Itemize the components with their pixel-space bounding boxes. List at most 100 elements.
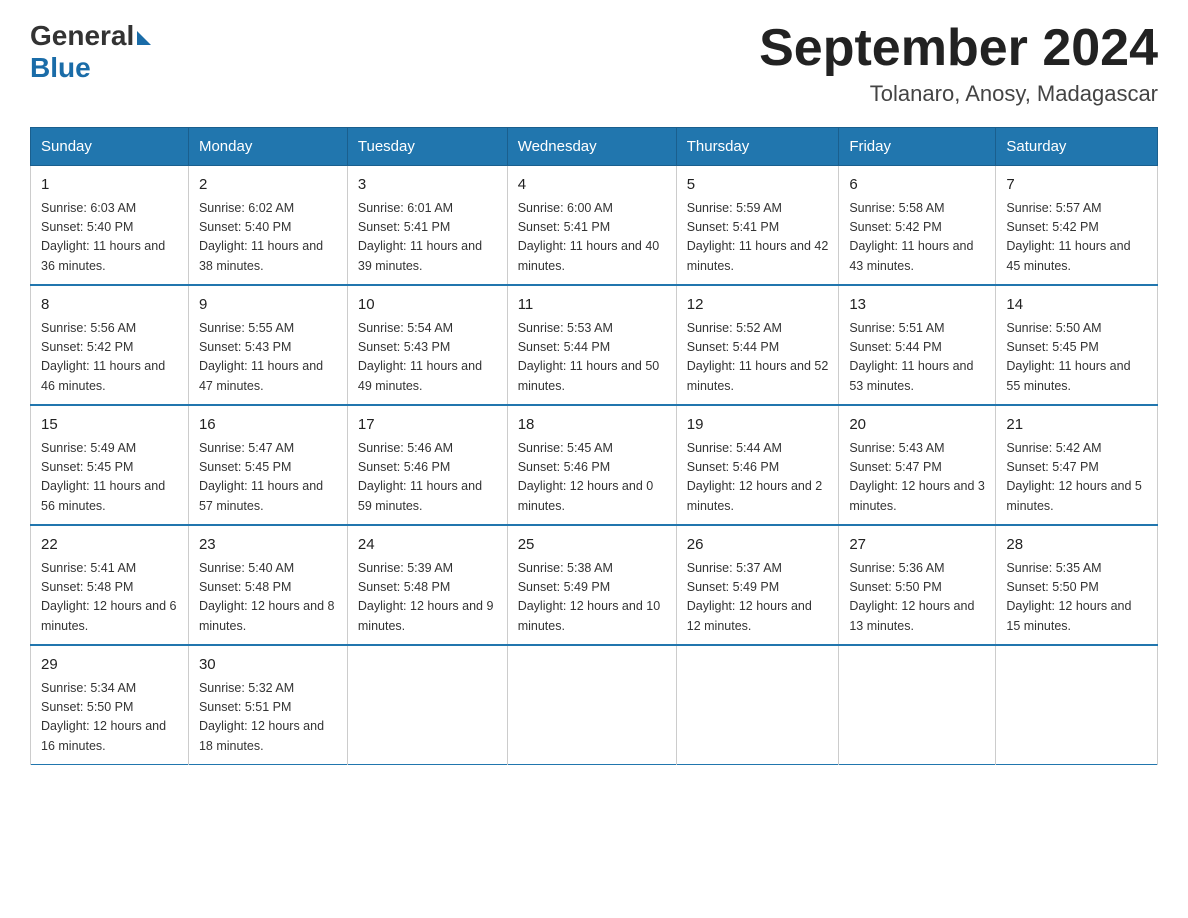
day-info: Sunrise: 6:00 AMSunset: 5:41 PMDaylight:… [518,199,666,277]
day-info: Sunrise: 5:43 AMSunset: 5:47 PMDaylight:… [849,439,985,517]
calendar-cell: 20Sunrise: 5:43 AMSunset: 5:47 PMDayligh… [839,405,996,525]
day-number: 22 [41,534,178,557]
day-number: 29 [41,654,178,677]
day-number: 8 [41,294,178,317]
header-sunday: Sunday [31,128,189,166]
day-info: Sunrise: 5:42 AMSunset: 5:47 PMDaylight:… [1006,439,1147,517]
calendar-week-row: 1Sunrise: 6:03 AMSunset: 5:40 PMDaylight… [31,166,1158,286]
day-number: 27 [849,534,985,557]
day-info: Sunrise: 5:57 AMSunset: 5:42 PMDaylight:… [1006,199,1147,277]
day-info: Sunrise: 6:02 AMSunset: 5:40 PMDaylight:… [199,199,337,277]
page-header: General Blue September 2024 Tolanaro, An… [30,20,1158,107]
calendar-cell: 10Sunrise: 5:54 AMSunset: 5:43 PMDayligh… [347,285,507,405]
day-info: Sunrise: 5:46 AMSunset: 5:46 PMDaylight:… [358,439,497,517]
calendar-cell: 1Sunrise: 6:03 AMSunset: 5:40 PMDaylight… [31,166,189,286]
day-info: Sunrise: 5:59 AMSunset: 5:41 PMDaylight:… [687,199,829,277]
day-number: 5 [687,174,829,197]
day-number: 4 [518,174,666,197]
day-info: Sunrise: 5:45 AMSunset: 5:46 PMDaylight:… [518,439,666,517]
header-wednesday: Wednesday [507,128,676,166]
day-number: 24 [358,534,497,557]
day-number: 21 [1006,414,1147,437]
day-info: Sunrise: 5:50 AMSunset: 5:45 PMDaylight:… [1006,319,1147,397]
calendar-cell [507,645,676,765]
day-number: 9 [199,294,337,317]
header-thursday: Thursday [676,128,839,166]
day-number: 30 [199,654,337,677]
day-number: 15 [41,414,178,437]
day-info: Sunrise: 5:58 AMSunset: 5:42 PMDaylight:… [849,199,985,277]
header-tuesday: Tuesday [347,128,507,166]
logo-text-blue: Blue [30,52,91,84]
header-friday: Friday [839,128,996,166]
day-info: Sunrise: 5:40 AMSunset: 5:48 PMDaylight:… [199,559,337,637]
day-info: Sunrise: 5:34 AMSunset: 5:50 PMDaylight:… [41,679,178,757]
page-title: September 2024 [759,20,1158,77]
day-number: 1 [41,174,178,197]
day-info: Sunrise: 5:51 AMSunset: 5:44 PMDaylight:… [849,319,985,397]
day-info: Sunrise: 5:38 AMSunset: 5:49 PMDaylight:… [518,559,666,637]
logo: General Blue [30,20,151,84]
calendar-cell: 25Sunrise: 5:38 AMSunset: 5:49 PMDayligh… [507,525,676,645]
page-subtitle: Tolanaro, Anosy, Madagascar [759,81,1158,107]
calendar-cell: 4Sunrise: 6:00 AMSunset: 5:41 PMDaylight… [507,166,676,286]
calendar-cell: 23Sunrise: 5:40 AMSunset: 5:48 PMDayligh… [188,525,347,645]
day-number: 11 [518,294,666,317]
calendar-cell: 28Sunrise: 5:35 AMSunset: 5:50 PMDayligh… [996,525,1158,645]
day-info: Sunrise: 5:35 AMSunset: 5:50 PMDaylight:… [1006,559,1147,637]
day-number: 7 [1006,174,1147,197]
day-number: 26 [687,534,829,557]
calendar-cell: 17Sunrise: 5:46 AMSunset: 5:46 PMDayligh… [347,405,507,525]
calendar-cell: 19Sunrise: 5:44 AMSunset: 5:46 PMDayligh… [676,405,839,525]
calendar-cell: 29Sunrise: 5:34 AMSunset: 5:50 PMDayligh… [31,645,189,765]
day-number: 12 [687,294,829,317]
day-info: Sunrise: 5:47 AMSunset: 5:45 PMDaylight:… [199,439,337,517]
calendar-cell: 27Sunrise: 5:36 AMSunset: 5:50 PMDayligh… [839,525,996,645]
calendar-cell: 21Sunrise: 5:42 AMSunset: 5:47 PMDayligh… [996,405,1158,525]
day-info: Sunrise: 6:03 AMSunset: 5:40 PMDaylight:… [41,199,178,277]
calendar-cell: 24Sunrise: 5:39 AMSunset: 5:48 PMDayligh… [347,525,507,645]
day-number: 28 [1006,534,1147,557]
calendar-week-row: 22Sunrise: 5:41 AMSunset: 5:48 PMDayligh… [31,525,1158,645]
day-info: Sunrise: 5:53 AMSunset: 5:44 PMDaylight:… [518,319,666,397]
header-monday: Monday [188,128,347,166]
calendar-header-row: SundayMondayTuesdayWednesdayThursdayFrid… [31,128,1158,166]
calendar-cell: 14Sunrise: 5:50 AMSunset: 5:45 PMDayligh… [996,285,1158,405]
calendar-cell: 15Sunrise: 5:49 AMSunset: 5:45 PMDayligh… [31,405,189,525]
day-info: Sunrise: 5:55 AMSunset: 5:43 PMDaylight:… [199,319,337,397]
day-info: Sunrise: 6:01 AMSunset: 5:41 PMDaylight:… [358,199,497,277]
calendar-cell [839,645,996,765]
day-info: Sunrise: 5:54 AMSunset: 5:43 PMDaylight:… [358,319,497,397]
calendar-cell: 3Sunrise: 6:01 AMSunset: 5:41 PMDaylight… [347,166,507,286]
calendar-cell: 7Sunrise: 5:57 AMSunset: 5:42 PMDaylight… [996,166,1158,286]
calendar-week-row: 29Sunrise: 5:34 AMSunset: 5:50 PMDayligh… [31,645,1158,765]
day-number: 16 [199,414,337,437]
calendar-cell: 9Sunrise: 5:55 AMSunset: 5:43 PMDaylight… [188,285,347,405]
day-info: Sunrise: 5:44 AMSunset: 5:46 PMDaylight:… [687,439,829,517]
day-info: Sunrise: 5:56 AMSunset: 5:42 PMDaylight:… [41,319,178,397]
calendar-cell: 5Sunrise: 5:59 AMSunset: 5:41 PMDaylight… [676,166,839,286]
calendar-cell: 16Sunrise: 5:47 AMSunset: 5:45 PMDayligh… [188,405,347,525]
day-info: Sunrise: 5:36 AMSunset: 5:50 PMDaylight:… [849,559,985,637]
calendar-cell: 11Sunrise: 5:53 AMSunset: 5:44 PMDayligh… [507,285,676,405]
calendar-cell: 13Sunrise: 5:51 AMSunset: 5:44 PMDayligh… [839,285,996,405]
calendar-cell [347,645,507,765]
calendar-cell [676,645,839,765]
calendar-cell: 22Sunrise: 5:41 AMSunset: 5:48 PMDayligh… [31,525,189,645]
day-number: 25 [518,534,666,557]
day-number: 13 [849,294,985,317]
day-number: 20 [849,414,985,437]
calendar-cell: 12Sunrise: 5:52 AMSunset: 5:44 PMDayligh… [676,285,839,405]
day-info: Sunrise: 5:49 AMSunset: 5:45 PMDaylight:… [41,439,178,517]
day-number: 18 [518,414,666,437]
day-info: Sunrise: 5:52 AMSunset: 5:44 PMDaylight:… [687,319,829,397]
calendar-cell: 26Sunrise: 5:37 AMSunset: 5:49 PMDayligh… [676,525,839,645]
header-saturday: Saturday [996,128,1158,166]
logo-text-general: General [30,20,134,52]
calendar-cell: 18Sunrise: 5:45 AMSunset: 5:46 PMDayligh… [507,405,676,525]
day-info: Sunrise: 5:41 AMSunset: 5:48 PMDaylight:… [41,559,178,637]
day-info: Sunrise: 5:39 AMSunset: 5:48 PMDaylight:… [358,559,497,637]
calendar-week-row: 8Sunrise: 5:56 AMSunset: 5:42 PMDaylight… [31,285,1158,405]
calendar-cell: 30Sunrise: 5:32 AMSunset: 5:51 PMDayligh… [188,645,347,765]
day-number: 19 [687,414,829,437]
